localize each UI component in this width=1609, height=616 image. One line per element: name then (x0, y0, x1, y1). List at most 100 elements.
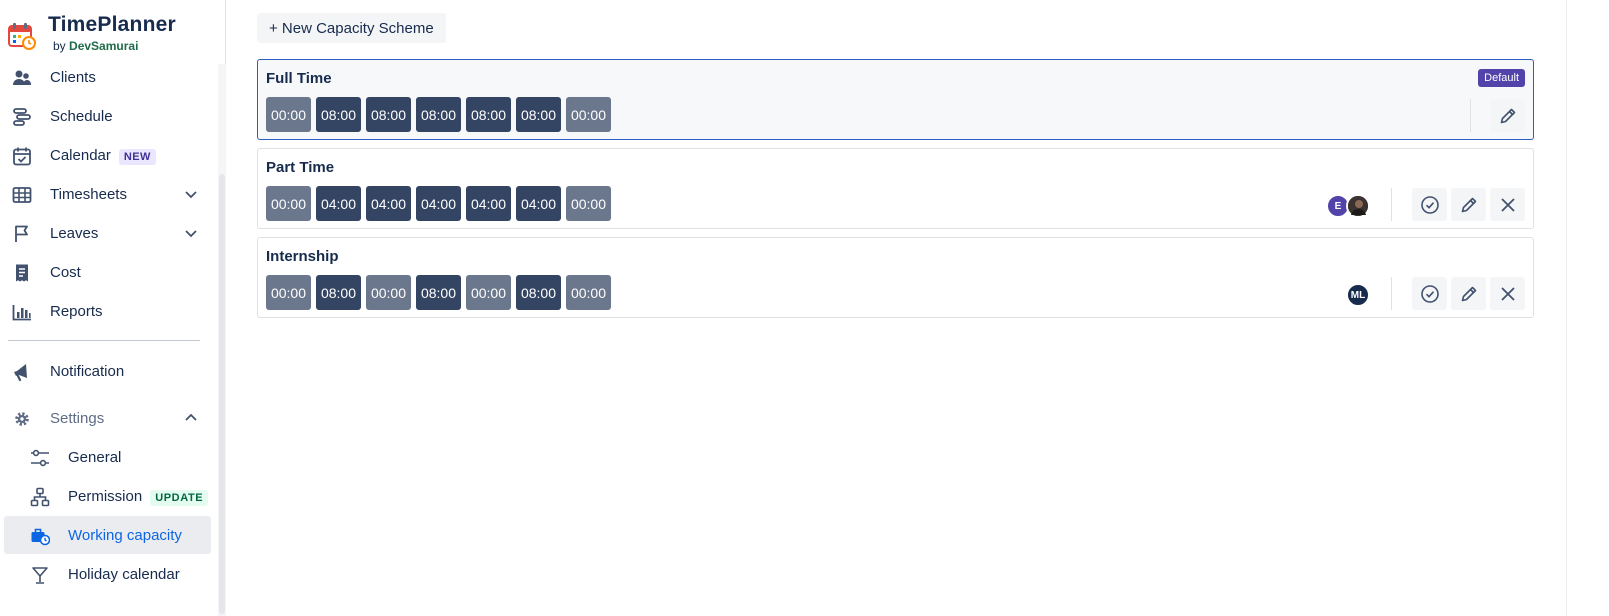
sidebar-item-label: Working capacity (68, 526, 182, 544)
day-hours: 00:00 (566, 97, 611, 132)
day-hours: 00:00 (566, 275, 611, 310)
sidebar-item-leaves[interactable]: Leaves (4, 214, 211, 252)
schedule-bars-icon (13, 108, 31, 126)
day-hours: 00:00 (266, 186, 311, 221)
default-badge: Default (1478, 69, 1525, 87)
bar-chart-icon (12, 305, 31, 321)
main-scroll-edge (1566, 0, 1567, 616)
scheme-name: Part Time (266, 159, 335, 176)
sidebar-item-cost[interactable]: Cost (4, 253, 211, 291)
sidebar-scrollbar[interactable] (218, 64, 226, 616)
grid-table-icon (12, 187, 32, 203)
pencil-icon (1461, 197, 1476, 212)
sidebar-item-clients[interactable]: Clients (4, 58, 211, 96)
day-hours: 00:00 (266, 275, 311, 310)
day-hours: 00:00 (466, 275, 511, 310)
set-default-button[interactable] (1412, 277, 1447, 310)
sidebar-item-label: General (68, 448, 122, 466)
sliders-icon (31, 449, 49, 467)
day-hours: 08:00 (516, 97, 561, 132)
action-divider (1391, 188, 1392, 221)
day-hours: 08:00 (416, 275, 461, 310)
sidebar-item-label: Reports (50, 302, 103, 320)
sidebar-item-label: Holiday calendar (68, 565, 180, 583)
sidebar-item-permission-label: Permission UPDATE (68, 487, 209, 506)
day-hours: 08:00 (516, 275, 561, 310)
sidebar-subitem-working-capacity[interactable]: Working capacity (4, 516, 211, 554)
receipt-icon (16, 264, 28, 282)
person-photo-icon (1348, 196, 1368, 216)
calendar-check-icon (13, 147, 31, 166)
chevron-down-icon[interactable] (183, 225, 199, 241)
delete-button[interactable] (1490, 277, 1525, 310)
sidebar-item-reports[interactable]: Reports (4, 292, 211, 330)
gear-icon (15, 412, 29, 426)
sidebar-item-label: Leaves (50, 224, 99, 242)
sidebar-item-label: Cost (50, 263, 81, 281)
brand-by: by DevSamurai (53, 38, 176, 54)
sidebar-subitem-permission[interactable]: Permission UPDATE (4, 477, 211, 515)
edit-button[interactable] (1451, 277, 1486, 310)
day-hours: 08:00 (316, 97, 361, 132)
brand-by-name: DevSamurai (69, 39, 139, 53)
flag-icon (15, 225, 28, 242)
check-circle-icon (1420, 195, 1439, 214)
brand-by-prefix: by (53, 39, 66, 53)
day-hours: 08:00 (366, 97, 411, 132)
pencil-icon (1500, 108, 1515, 123)
sidebar-item-notification[interactable]: Notification (4, 352, 211, 390)
sidebar: TimePlanner by DevSamurai Clients Schedu… (0, 0, 226, 616)
sidebar-item-calendar[interactable]: Calendar NEW (4, 136, 211, 174)
sidebar-item-label: Clients (50, 68, 96, 86)
action-divider (1470, 99, 1471, 132)
new-capacity-scheme-button[interactable]: + New Capacity Scheme (257, 13, 446, 43)
day-hours: 00:00 (266, 97, 311, 132)
action-divider (1391, 277, 1392, 310)
calendar-clock-logo-icon (8, 23, 36, 50)
edit-button[interactable] (1451, 188, 1486, 221)
update-badge: UPDATE (150, 489, 209, 506)
sidebar-item-label: Notification (50, 362, 125, 380)
sidebar-item-label: Permission (68, 487, 143, 505)
sidebar-subitem-general[interactable]: General (4, 438, 211, 476)
avatar[interactable]: ML (1346, 283, 1370, 307)
sidebar-divider (8, 340, 200, 341)
sidebar-item-label: Settings (50, 409, 105, 427)
day-hours: 04:00 (416, 186, 461, 221)
set-default-button[interactable] (1412, 188, 1447, 221)
sidebar-scroll-thumb[interactable] (219, 174, 225, 614)
sidebar-item-settings[interactable]: Settings (4, 399, 211, 437)
day-hours: 08:00 (316, 275, 361, 310)
chevron-down-icon[interactable] (183, 186, 199, 202)
briefcase-clock-icon (31, 528, 50, 546)
day-hours-row: 00:00 04:00 04:00 04:00 04:00 04:00 00:0… (266, 186, 611, 221)
brand-name: TimePlanner (48, 13, 176, 36)
day-hours: 04:00 (466, 186, 511, 221)
capacity-scheme-card[interactable]: Internship 00:00 08:00 00:00 08:00 00:00… (257, 237, 1534, 318)
sidebar-item-calendar-label: Calendar NEW (50, 147, 156, 165)
delete-button[interactable] (1490, 188, 1525, 221)
brand[interactable]: TimePlanner by DevSamurai (8, 12, 176, 60)
capacity-scheme-card[interactable]: Part Time 00:00 04:00 04:00 04:00 04:00 … (257, 148, 1534, 229)
edit-button[interactable] (1490, 99, 1525, 132)
check-circle-icon (1420, 284, 1439, 303)
avatar-photo[interactable] (1346, 194, 1370, 218)
hierarchy-icon (30, 487, 50, 507)
close-icon (1500, 197, 1515, 212)
sidebar-subitem-holiday-calendar[interactable]: Holiday calendar (4, 555, 211, 593)
chevron-up-icon[interactable] (183, 410, 199, 426)
scheme-name: Full Time (266, 70, 332, 87)
day-hours: 00:00 (366, 275, 411, 310)
day-hours: 00:00 (566, 186, 611, 221)
day-hours-row: 00:00 08:00 00:00 08:00 00:00 08:00 00:0… (266, 275, 611, 310)
scheme-name: Internship (266, 248, 339, 265)
sidebar-item-schedule[interactable]: Schedule (4, 97, 211, 135)
day-hours-row: 00:00 08:00 08:00 08:00 08:00 08:00 00:0… (266, 97, 611, 132)
capacity-scheme-card[interactable]: Full Time Default 00:00 08:00 08:00 08:0… (257, 59, 1534, 140)
day-hours: 04:00 (366, 186, 411, 221)
day-hours: 08:00 (416, 97, 461, 132)
sidebar-item-timesheets[interactable]: Timesheets (4, 175, 211, 213)
cocktail-glass-icon (32, 567, 48, 584)
sidebar-item-label: Timesheets (50, 185, 127, 203)
users-icon (13, 70, 31, 85)
